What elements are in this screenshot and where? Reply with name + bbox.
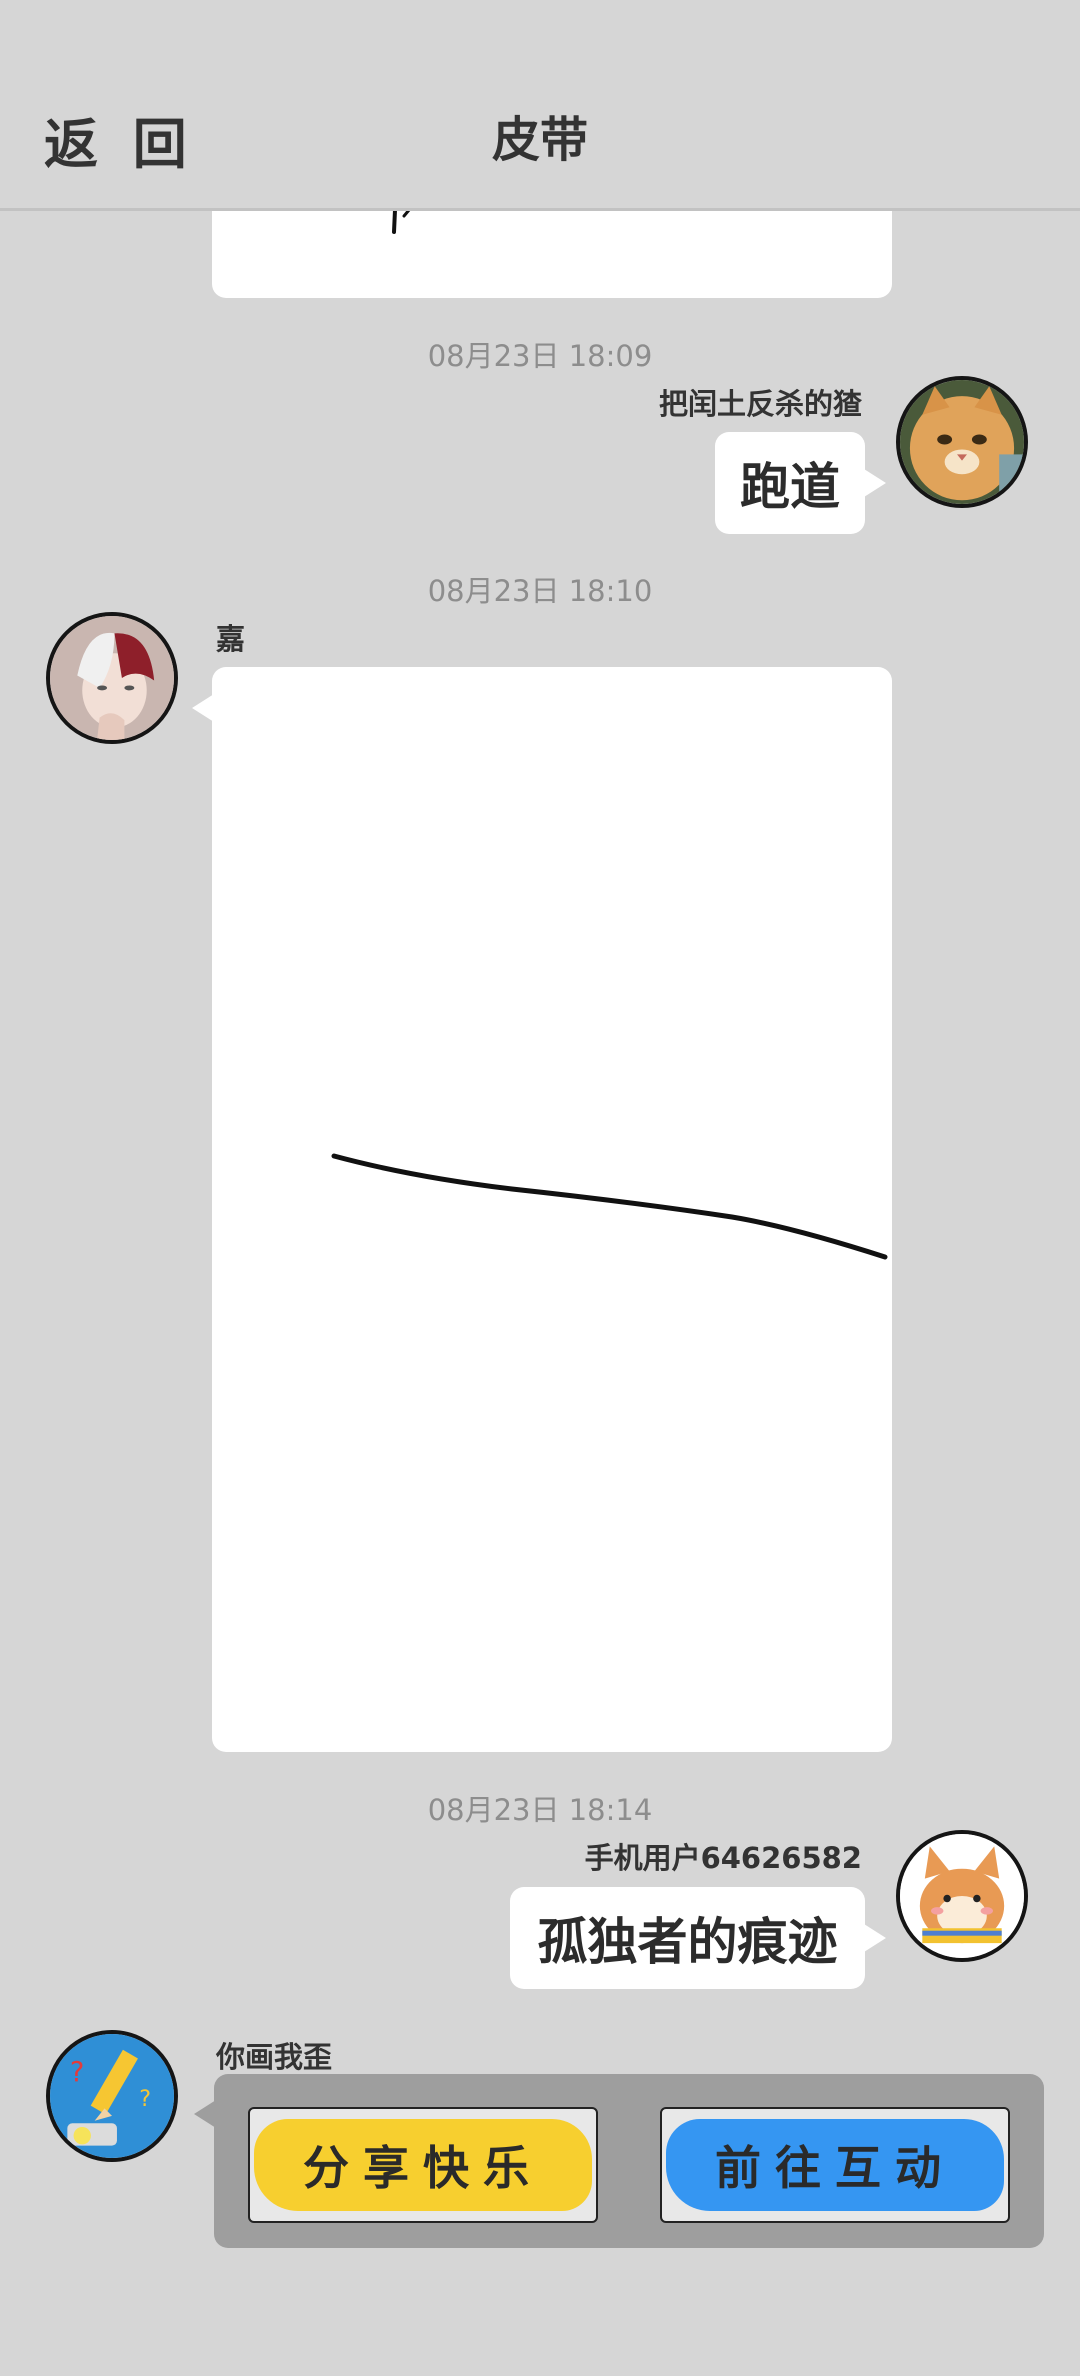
bubble-tail	[864, 1924, 886, 1952]
orange-cat-avatar-icon[interactable]	[896, 376, 1028, 508]
drawing-stroke	[331, 1153, 888, 1260]
sender-name: 嘉	[216, 622, 246, 656]
message-text: 跑道	[740, 458, 840, 516]
page-title: 皮带	[491, 112, 588, 168]
message-timestamp: 08月23日 18:09	[427, 339, 653, 373]
sender-name: 把闰土反杀的猹	[658, 387, 862, 421]
message-timestamp: 08月23日 18:10	[427, 574, 653, 608]
bubble-tail	[192, 694, 214, 722]
svg-text:?: ?	[70, 2057, 84, 2088]
sender-name: 你画我歪	[216, 2040, 333, 2074]
shiba-dog-avatar-icon[interactable]	[896, 1830, 1028, 1962]
share-happiness-button[interactable]: 分享快乐	[248, 2107, 598, 2223]
go-interact-button[interactable]: 前往互动	[660, 2107, 1010, 2223]
message-text: 孤独者的痕迹	[537, 1913, 838, 1971]
game-invite-card: 分享快乐 前往互动	[214, 2074, 1044, 2248]
share-button-label: 分享快乐	[303, 2141, 543, 2195]
pencil-game-avatar-icon[interactable]: ? ?	[46, 2030, 178, 2162]
sender-name: 手机用户64626582	[584, 1841, 862, 1875]
bubble-tail	[864, 469, 886, 497]
message-bubble[interactable]: 孤独者的痕迹	[510, 1887, 865, 1989]
top-bar: 返 回 皮带	[0, 0, 1080, 211]
message-bubble[interactable]: 跑道	[715, 432, 865, 534]
go-button-label: 前往互动	[715, 2141, 955, 2195]
anime-boy-avatar-icon[interactable]	[46, 612, 178, 744]
svg-text:?: ?	[139, 2086, 151, 2112]
bubble-tail	[194, 2100, 216, 2128]
drawing-card[interactable]	[212, 667, 892, 1752]
message-timestamp: 08月23日 18:14	[427, 1793, 653, 1827]
